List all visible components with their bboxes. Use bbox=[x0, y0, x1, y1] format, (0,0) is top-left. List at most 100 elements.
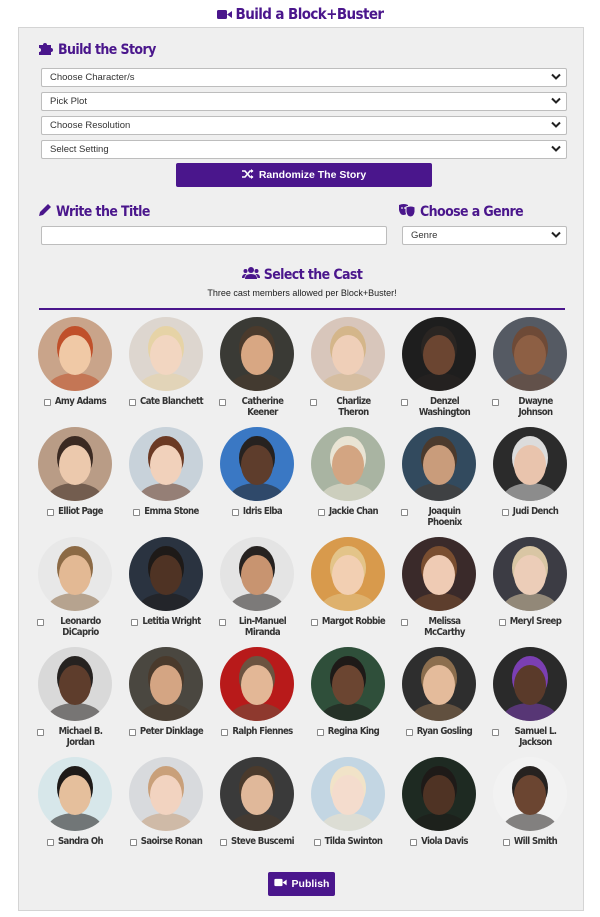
randomize-story-button[interactable]: Randomize The Story bbox=[176, 163, 432, 187]
cast-member-name: Regina King bbox=[327, 726, 380, 737]
cast-member-name: Emma Stone bbox=[144, 506, 199, 517]
cast-member-photo bbox=[38, 537, 112, 611]
cast-member-photo bbox=[38, 647, 112, 721]
cast-member-photo bbox=[402, 647, 476, 721]
cast-member-checkbox[interactable] bbox=[401, 619, 408, 626]
cast-member-label-row: Catherine Keener bbox=[219, 396, 295, 418]
cast-member-checkbox[interactable] bbox=[316, 729, 324, 736]
cast-member-name: Peter Dinklage bbox=[139, 726, 204, 737]
cast-member-label-row: Tilda Swinton bbox=[310, 836, 386, 847]
cast-member-card: Jackie Chan bbox=[310, 427, 386, 537]
cast-member-name: Cate Blanchett bbox=[140, 396, 204, 407]
cast-member-card: Will Smith bbox=[492, 757, 568, 867]
setting-select[interactable]: Select Setting bbox=[41, 140, 567, 159]
cast-member-checkbox[interactable] bbox=[401, 399, 408, 406]
title-input[interactable] bbox=[41, 226, 387, 245]
cast-member-checkbox[interactable] bbox=[502, 839, 510, 846]
cast-member-name: Saoirse Ronan bbox=[140, 836, 203, 847]
cast-member-checkbox[interactable] bbox=[37, 619, 44, 626]
cast-member-checkbox[interactable] bbox=[46, 839, 54, 846]
cast-member-photo bbox=[220, 647, 294, 721]
cast-member-checkbox[interactable] bbox=[405, 729, 413, 736]
cast-member-label-row: Jackie Chan bbox=[310, 506, 386, 517]
plot-select[interactable]: Pick Plot bbox=[41, 92, 567, 111]
cast-member-label-row: Ryan Gosling bbox=[401, 726, 477, 737]
cast-member-label-row: Emma Stone bbox=[128, 506, 204, 517]
cast-member-card: Dwayne Johnson bbox=[492, 317, 568, 427]
cast-member-checkbox[interactable] bbox=[231, 509, 239, 516]
cast-member-checkbox[interactable] bbox=[498, 619, 506, 626]
resolution-select[interactable]: Choose Resolution bbox=[41, 116, 567, 135]
publish-button[interactable]: Publish bbox=[268, 872, 335, 896]
cast-member-checkbox[interactable] bbox=[129, 839, 137, 846]
cast-member-card: Amy Adams bbox=[37, 317, 113, 427]
cast-member-name: Margot Robbie bbox=[321, 616, 386, 627]
cast-member-checkbox[interactable] bbox=[410, 839, 418, 846]
cast-member-checkbox[interactable] bbox=[37, 729, 44, 736]
cast-member-name: Tilda Swinton bbox=[324, 836, 383, 847]
character-select[interactable]: Choose Character/s bbox=[41, 68, 567, 87]
cast-member-checkbox[interactable] bbox=[318, 509, 325, 516]
cast-member-card: Viola Davis bbox=[401, 757, 477, 867]
cast-member-checkbox[interactable] bbox=[501, 509, 509, 516]
cast-member-checkbox[interactable] bbox=[43, 399, 51, 406]
cast-member-name: Samuel L. Jackson bbox=[514, 726, 558, 748]
cast-member-label-row: Regina King bbox=[310, 726, 386, 737]
cast-member-checkbox[interactable] bbox=[401, 509, 408, 516]
cast-member-name: Leonardo DiCaprio bbox=[60, 616, 101, 638]
cast-member-checkbox[interactable] bbox=[219, 619, 226, 626]
cast-member-checkbox[interactable] bbox=[221, 729, 229, 736]
cast-member-name: Lin-Manuel Miranda bbox=[238, 616, 287, 638]
cast-member-checkbox[interactable] bbox=[310, 399, 317, 406]
cast-member-name: Judi Dench bbox=[512, 506, 559, 517]
cast-member-card: Regina King bbox=[310, 647, 386, 757]
cast-member-checkbox[interactable] bbox=[129, 399, 137, 406]
cast-member-photo bbox=[311, 537, 385, 611]
cast-member-name: Sandra Oh bbox=[57, 836, 104, 847]
cast-member-card: Michael B. Jordan bbox=[37, 647, 113, 757]
cast-member-photo bbox=[402, 427, 476, 501]
cast-member-photo bbox=[311, 317, 385, 391]
cast-member-photo bbox=[493, 757, 567, 831]
cast-member-checkbox[interactable] bbox=[47, 509, 55, 516]
cast-member-card: Samuel L. Jackson bbox=[492, 647, 568, 757]
cast-member-card: Melissa McCarthy bbox=[401, 537, 477, 647]
cast-member-label-row: Margot Robbie bbox=[310, 616, 386, 627]
genre-select[interactable]: Genre bbox=[402, 226, 567, 245]
choose-genre-heading: Choose a Genre bbox=[398, 203, 524, 221]
build-story-heading-text: Build the Story bbox=[58, 42, 156, 58]
choose-genre-heading-text: Choose a Genre bbox=[420, 204, 524, 220]
cast-member-photo bbox=[493, 537, 567, 611]
cast-member-checkbox[interactable] bbox=[219, 399, 226, 406]
cast-member-checkbox[interactable] bbox=[220, 839, 228, 846]
cast-member-card: Margot Robbie bbox=[310, 537, 386, 647]
cast-member-label-row: Sandra Oh bbox=[37, 836, 113, 847]
plot-select-value: Pick Plot bbox=[50, 96, 87, 107]
cast-member-photo bbox=[311, 427, 385, 501]
chevron-down-icon bbox=[551, 231, 561, 242]
cast-member-checkbox[interactable] bbox=[310, 619, 318, 626]
cast-member-label-row: Will Smith bbox=[492, 836, 568, 847]
cast-member-checkbox[interactable] bbox=[313, 839, 321, 846]
cast-member-label-row: Saoirse Ronan bbox=[128, 836, 204, 847]
cast-member-name: Amy Adams bbox=[54, 396, 107, 407]
cast-member-label-row: Steve Buscemi bbox=[219, 836, 295, 847]
cast-member-card: Charlize Theron bbox=[310, 317, 386, 427]
cast-member-checkbox[interactable] bbox=[492, 399, 499, 406]
cast-member-checkbox[interactable] bbox=[492, 729, 499, 736]
cast-member-card: Steve Buscemi bbox=[219, 757, 295, 867]
cast-member-checkbox[interactable] bbox=[128, 729, 136, 736]
cast-member-name: Idris Elba bbox=[242, 506, 283, 517]
cast-member-name: Michael B. Jordan bbox=[58, 726, 103, 748]
cast-member-card: Peter Dinklage bbox=[128, 647, 204, 757]
cast-member-label-row: Denzel Washington bbox=[401, 396, 477, 418]
cast-member-name: Meryl Sreep bbox=[509, 616, 562, 627]
builder-panel: Build the Story Choose Character/s Pick … bbox=[18, 27, 584, 911]
cast-divider bbox=[39, 308, 565, 310]
chevron-down-icon bbox=[551, 121, 561, 132]
cast-member-checkbox[interactable] bbox=[133, 509, 141, 516]
cast-member-checkbox[interactable] bbox=[131, 619, 139, 626]
cast-member-card: Ralph Fiennes bbox=[219, 647, 295, 757]
puzzle-icon bbox=[38, 41, 54, 59]
write-title-heading-text: Write the Title bbox=[56, 204, 150, 220]
